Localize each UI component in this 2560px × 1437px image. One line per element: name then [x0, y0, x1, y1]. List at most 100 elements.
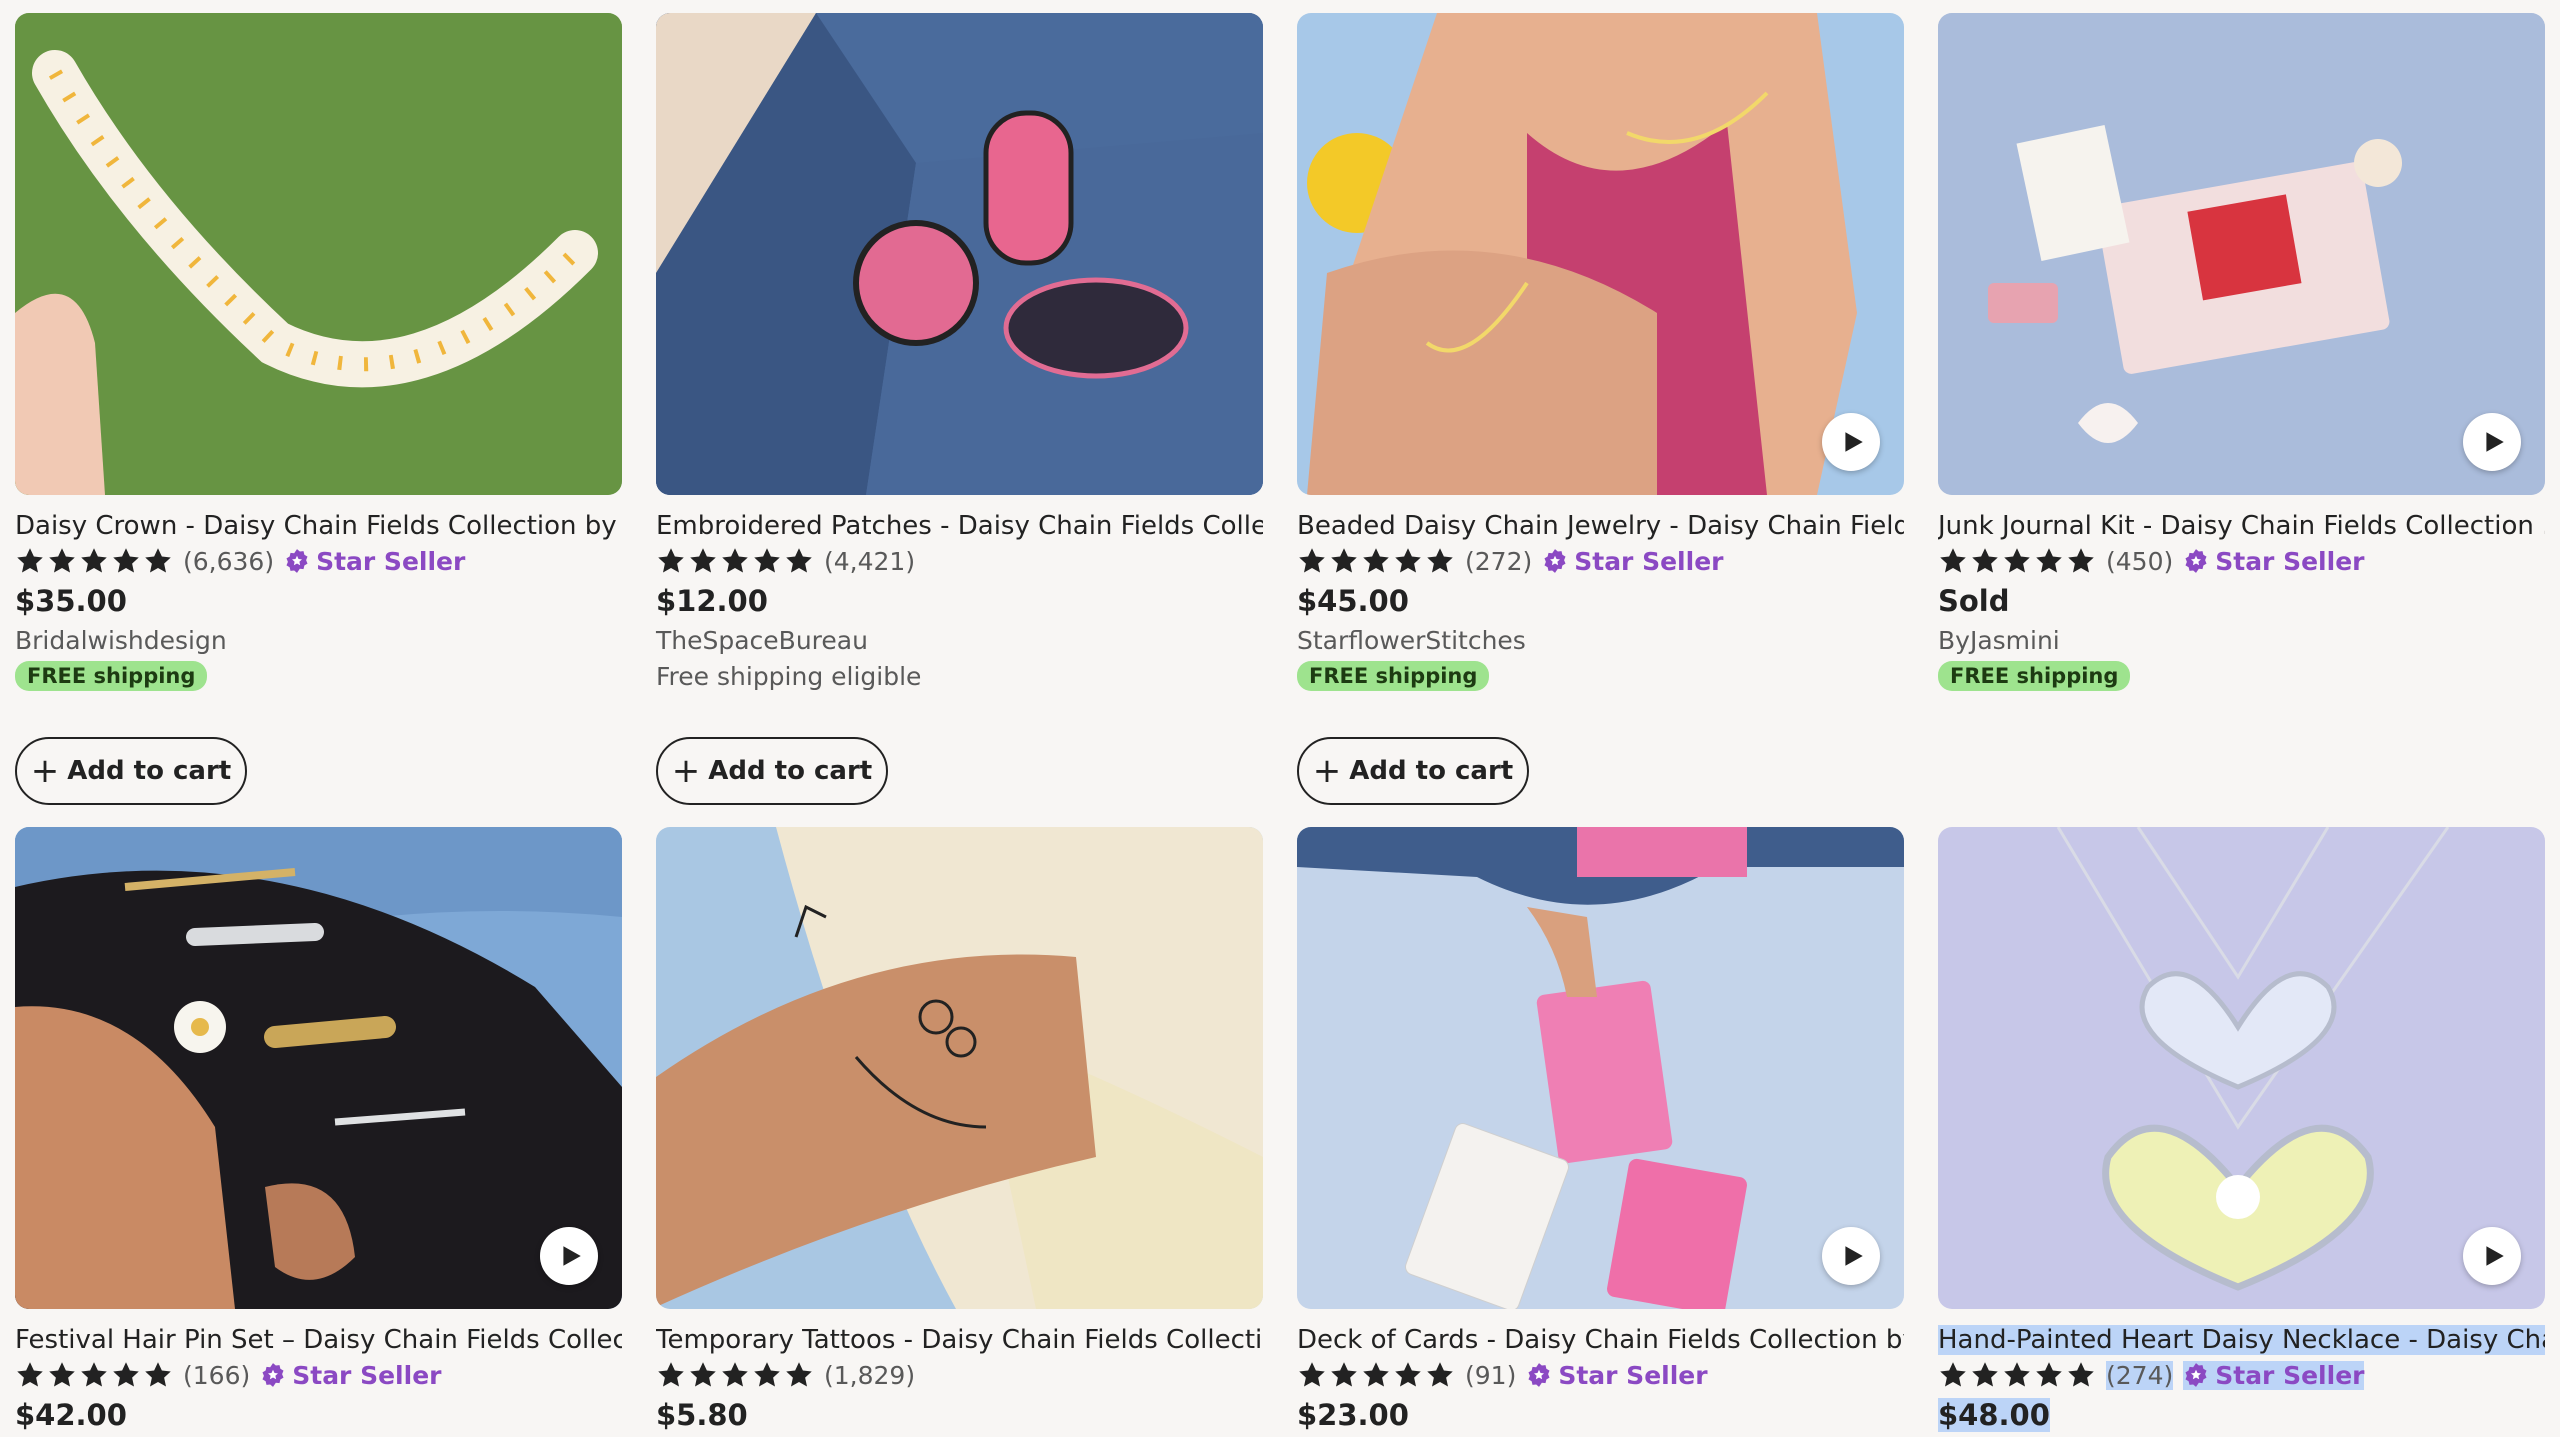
review-count: (272) [1465, 546, 1533, 576]
denim-jacket-patches-photo [656, 13, 1263, 495]
deck-of-cards-photo [1297, 827, 1904, 1309]
star-icon [79, 1360, 109, 1390]
add-to-cart-button[interactable]: + Add to cart [15, 737, 247, 805]
review-count: (6,636) [183, 546, 275, 576]
star-icon [1361, 546, 1391, 576]
listing-card[interactable]: Beaded Daisy Chain Jewelry - Daisy Chain… [1297, 13, 1904, 805]
listing-title[interactable]: Junk Journal Kit - Daisy Chain Fields Co… [1938, 509, 2545, 543]
temporary-tattoos-photo [656, 827, 1263, 1309]
listing-image[interactable] [656, 13, 1263, 495]
shop-name: ByJasmini [1938, 626, 2060, 655]
video-play-button[interactable] [2463, 1227, 2521, 1285]
listing-title[interactable]: Temporary Tattoos - Daisy Chain Fields C… [656, 1323, 1263, 1357]
star-icon [2034, 1360, 2064, 1390]
star-icon [15, 1360, 45, 1390]
heart-necklace-photo [1938, 827, 2545, 1309]
listing-card[interactable]: Festival Hair Pin Set – Daisy Chain Fiel… [15, 827, 622, 1437]
star-seller-badge-icon [1526, 1362, 1552, 1388]
review-count: (274) [2106, 1360, 2174, 1390]
add-to-cart-button[interactable]: + Add to cart [1297, 737, 1529, 805]
play-icon [2481, 1243, 2507, 1269]
listing-price: $23.00 [1297, 1398, 1409, 1432]
star-icon [143, 1360, 173, 1390]
rating-row: (4,421) [656, 543, 1263, 579]
star-icon [1329, 1360, 1359, 1390]
play-icon [1840, 1243, 1866, 1269]
listing-image[interactable] [15, 13, 622, 495]
star-icon [1970, 546, 2000, 576]
star-icon [752, 1360, 782, 1390]
star-seller-badge: Star Seller [2183, 547, 2364, 576]
listing-title[interactable]: Beaded Daisy Chain Jewelry - Daisy Chain… [1297, 509, 1904, 543]
star-rating [1297, 1360, 1455, 1390]
play-icon [558, 1243, 584, 1269]
star-icon [720, 546, 750, 576]
star-icon [784, 546, 814, 576]
star-seller-badge: Star Seller [1542, 547, 1723, 576]
listing-image[interactable] [15, 827, 622, 1309]
star-icon [720, 1360, 750, 1390]
star-icon [1297, 1360, 1327, 1390]
listing-card[interactable]: Embroidered Patches - Daisy Chain Fields… [656, 13, 1263, 805]
rating-row: (450) Star Seller [1938, 543, 2545, 579]
listing-image[interactable] [1297, 13, 1904, 495]
listing-image[interactable] [1938, 827, 2545, 1309]
star-rating [1297, 546, 1455, 576]
review-count: (1,829) [824, 1360, 916, 1390]
listing-card[interactable]: Junk Journal Kit - Daisy Chain Fields Co… [1938, 13, 2545, 691]
listing-card[interactable]: Hand-Painted Heart Daisy Necklace - Dais… [1938, 827, 2545, 1437]
video-play-button[interactable] [2463, 413, 2521, 471]
star-seller-badge-icon [284, 548, 310, 574]
star-icon [111, 546, 141, 576]
star-icon [79, 546, 109, 576]
listing-title[interactable]: Deck of Cards - Daisy Chain Fields Colle… [1297, 1323, 1904, 1357]
star-rating [15, 546, 173, 576]
star-icon [2002, 546, 2032, 576]
plus-icon: + [1312, 751, 1342, 791]
listing-title[interactable]: Festival Hair Pin Set – Daisy Chain Fiel… [15, 1323, 622, 1357]
add-to-cart-button[interactable]: + Add to cart [656, 737, 888, 805]
star-rating [15, 1360, 173, 1390]
daisy-crown-photo [15, 13, 622, 495]
play-icon [1840, 429, 1866, 455]
star-icon [111, 1360, 141, 1390]
plus-icon: + [30, 751, 60, 791]
listing-card[interactable]: Deck of Cards - Daisy Chain Fields Colle… [1297, 827, 1904, 1437]
review-count: (450) [2106, 546, 2174, 576]
star-icon [2066, 546, 2096, 576]
rating-row: (166) Star Seller [15, 1357, 622, 1393]
listing-price: $42.00 [15, 1398, 127, 1432]
listing-title[interactable]: Daisy Crown - Daisy Chain Fields Collect… [15, 509, 622, 543]
star-seller-badge: Star Seller [2183, 1360, 2365, 1390]
rating-row: (6,636) Star Seller [15, 543, 622, 579]
star-icon [1297, 546, 1327, 576]
video-play-button[interactable] [540, 1227, 598, 1285]
listing-card[interactable]: Temporary Tattoos - Daisy Chain Fields C… [656, 827, 1263, 1437]
star-seller-badge: Star Seller [1526, 1361, 1708, 1390]
free-shipping-eligible-text: Free shipping eligible [656, 662, 922, 691]
star-icon [47, 546, 77, 576]
listing-image[interactable] [1297, 827, 1904, 1309]
star-seller-badge: Star Seller [284, 547, 465, 576]
review-count: (91) [1465, 1360, 1517, 1390]
star-seller-badge-icon [2183, 548, 2209, 574]
star-seller-badge: Star Seller [260, 1361, 441, 1390]
listing-card[interactable]: Daisy Crown - Daisy Chain Fields Collect… [15, 13, 622, 805]
star-icon [1393, 1360, 1423, 1390]
rating-row: (274) Star Seller [1938, 1357, 2545, 1393]
video-play-button[interactable] [1822, 1227, 1880, 1285]
listing-title[interactable]: Embroidered Patches - Daisy Chain Fields… [656, 509, 1263, 543]
listing-image[interactable] [1938, 13, 2545, 495]
star-seller-badge-icon [1542, 548, 1568, 574]
shop-name: Bridalwishdesign [15, 626, 227, 655]
star-icon [1361, 1360, 1391, 1390]
listing-title[interactable]: Hand-Painted Heart Daisy Necklace - Dais… [1938, 1323, 2545, 1357]
listing-image[interactable] [656, 827, 1263, 1309]
listing-price: $35.00 [15, 584, 127, 618]
junk-journal-kit-photo [1938, 13, 2545, 495]
beaded-jewelry-photo [1297, 13, 1904, 495]
rating-row: (91) Star Seller [1297, 1357, 1904, 1393]
video-play-button[interactable] [1822, 413, 1880, 471]
review-count: (4,421) [824, 546, 916, 576]
free-shipping-badge: FREE shipping [1297, 661, 1490, 691]
